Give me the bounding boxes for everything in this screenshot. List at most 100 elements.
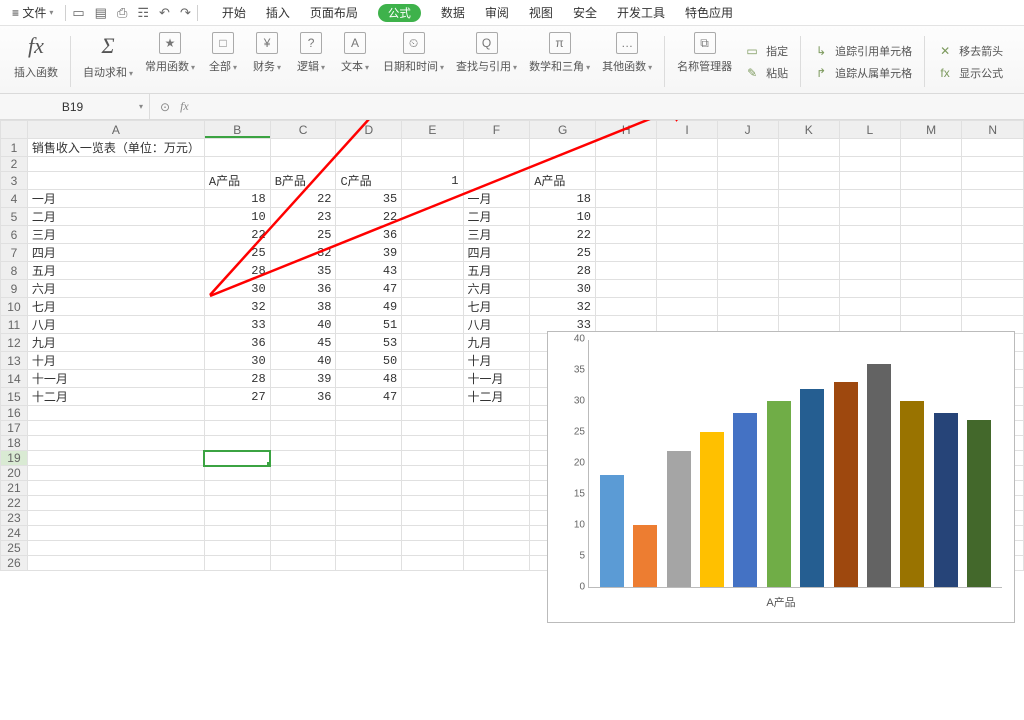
cell-B24[interactable]	[204, 526, 270, 541]
col-header-C[interactable]: C	[270, 121, 336, 139]
row-header-13[interactable]: 13	[1, 352, 28, 370]
tab-开始[interactable]: 开始	[222, 4, 246, 21]
cell-M2[interactable]	[900, 157, 962, 172]
cell-D4[interactable]: 35	[336, 190, 402, 208]
row-header-25[interactable]: 25	[1, 541, 28, 556]
cell-C24[interactable]	[270, 526, 336, 541]
tab-审阅[interactable]: 审阅	[485, 4, 509, 21]
qa-icon[interactable]: ▭	[72, 5, 84, 21]
row-header-16[interactable]: 16	[1, 406, 28, 421]
name-box[interactable]: B19 ▾	[0, 94, 150, 120]
row-header-9[interactable]: 9	[1, 280, 28, 298]
cell-F22[interactable]	[463, 496, 530, 511]
cell-G4[interactable]: 18	[530, 190, 596, 208]
chart-bar-十一月[interactable]	[934, 413, 958, 587]
cell-G3[interactable]: A产品	[530, 172, 596, 190]
cell-N10[interactable]	[962, 298, 1024, 316]
cell-N7[interactable]	[962, 244, 1024, 262]
cell-M7[interactable]	[900, 244, 962, 262]
cell-A18[interactable]	[27, 436, 204, 451]
cell-D17[interactable]	[336, 421, 402, 436]
cell-D8[interactable]: 43	[336, 262, 402, 280]
tab-安全[interactable]: 安全	[573, 4, 597, 21]
cell-E23[interactable]	[402, 511, 463, 526]
cell-I5[interactable]	[657, 208, 717, 226]
cell-E19[interactable]	[402, 451, 463, 466]
qa-icon[interactable]: ↷	[180, 5, 191, 21]
cell-F16[interactable]	[463, 406, 530, 421]
cell-A6[interactable]: 三月	[27, 226, 204, 244]
cell-M9[interactable]	[900, 280, 962, 298]
cell-E26[interactable]	[402, 556, 463, 571]
cell-N8[interactable]	[962, 262, 1024, 280]
cell-E22[interactable]	[402, 496, 463, 511]
cell-A12[interactable]: 九月	[27, 334, 204, 352]
row-header-17[interactable]: 17	[1, 421, 28, 436]
cell-C6[interactable]: 25	[270, 226, 336, 244]
cell-G2[interactable]	[530, 157, 596, 172]
row-header-20[interactable]: 20	[1, 466, 28, 481]
cell-A21[interactable]	[27, 481, 204, 496]
cell-G7[interactable]: 25	[530, 244, 596, 262]
qa-icon[interactable]: ☶	[137, 5, 149, 21]
cell-J1[interactable]	[717, 139, 778, 157]
cell-H10[interactable]	[596, 298, 657, 316]
embedded-chart[interactable]: 0510152025303540 A产品	[547, 331, 1015, 623]
cell-L9[interactable]	[839, 280, 900, 298]
col-header-A[interactable]: A	[27, 121, 204, 139]
cell-F2[interactable]	[463, 157, 530, 172]
cell-C21[interactable]	[270, 481, 336, 496]
row-header-18[interactable]: 18	[1, 436, 28, 451]
col-header-L[interactable]: L	[839, 121, 900, 139]
ribbon-移去箭头[interactable]: ✕移去箭头	[937, 43, 1003, 59]
cell-B13[interactable]: 30	[204, 352, 270, 370]
col-header-D[interactable]: D	[336, 121, 402, 139]
cell-D24[interactable]	[336, 526, 402, 541]
cell-C23[interactable]	[270, 511, 336, 526]
cell-C19[interactable]	[270, 451, 336, 466]
cell-M6[interactable]	[900, 226, 962, 244]
cell-N1[interactable]	[962, 139, 1024, 157]
cell-B11[interactable]: 33	[204, 316, 270, 334]
cell-E13[interactable]	[402, 352, 463, 370]
cell-A7[interactable]: 四月	[27, 244, 204, 262]
cell-C12[interactable]: 45	[270, 334, 336, 352]
cell-H2[interactable]	[596, 157, 657, 172]
cell-B8[interactable]: 28	[204, 262, 270, 280]
cell-C9[interactable]: 36	[270, 280, 336, 298]
cell-M3[interactable]	[900, 172, 962, 190]
cell-A1[interactable]: 销售收入一览表（单位：万元）	[27, 139, 204, 157]
cell-I4[interactable]	[657, 190, 717, 208]
cell-F25[interactable]	[463, 541, 530, 556]
cell-N9[interactable]	[962, 280, 1024, 298]
cell-A16[interactable]	[27, 406, 204, 421]
cell-C1[interactable]	[270, 139, 336, 157]
tab-开发工具[interactable]: 开发工具	[617, 4, 665, 21]
cell-B2[interactable]	[204, 157, 270, 172]
cell-J2[interactable]	[717, 157, 778, 172]
cell-F18[interactable]	[463, 436, 530, 451]
cell-M4[interactable]	[900, 190, 962, 208]
cell-L6[interactable]	[839, 226, 900, 244]
cell-E7[interactable]	[402, 244, 463, 262]
cell-L4[interactable]	[839, 190, 900, 208]
cell-A23[interactable]	[27, 511, 204, 526]
row-header-5[interactable]: 5	[1, 208, 28, 226]
cell-B23[interactable]	[204, 511, 270, 526]
ribbon-指定[interactable]: ▭指定	[744, 43, 788, 59]
row-header-6[interactable]: 6	[1, 226, 28, 244]
cell-D23[interactable]	[336, 511, 402, 526]
cell-I8[interactable]	[657, 262, 717, 280]
cell-D1[interactable]	[336, 139, 402, 157]
cell-E1[interactable]	[402, 139, 463, 157]
chart-bar-三月[interactable]	[667, 451, 691, 587]
col-header-E[interactable]: E	[402, 121, 463, 139]
cell-N3[interactable]	[962, 172, 1024, 190]
cell-F20[interactable]	[463, 466, 530, 481]
cell-B25[interactable]	[204, 541, 270, 556]
cell-B20[interactable]	[204, 466, 270, 481]
chart-bar-六月[interactable]	[767, 401, 791, 587]
chart-bar-七月[interactable]	[800, 389, 824, 587]
cell-K4[interactable]	[778, 190, 839, 208]
cell-H7[interactable]	[596, 244, 657, 262]
